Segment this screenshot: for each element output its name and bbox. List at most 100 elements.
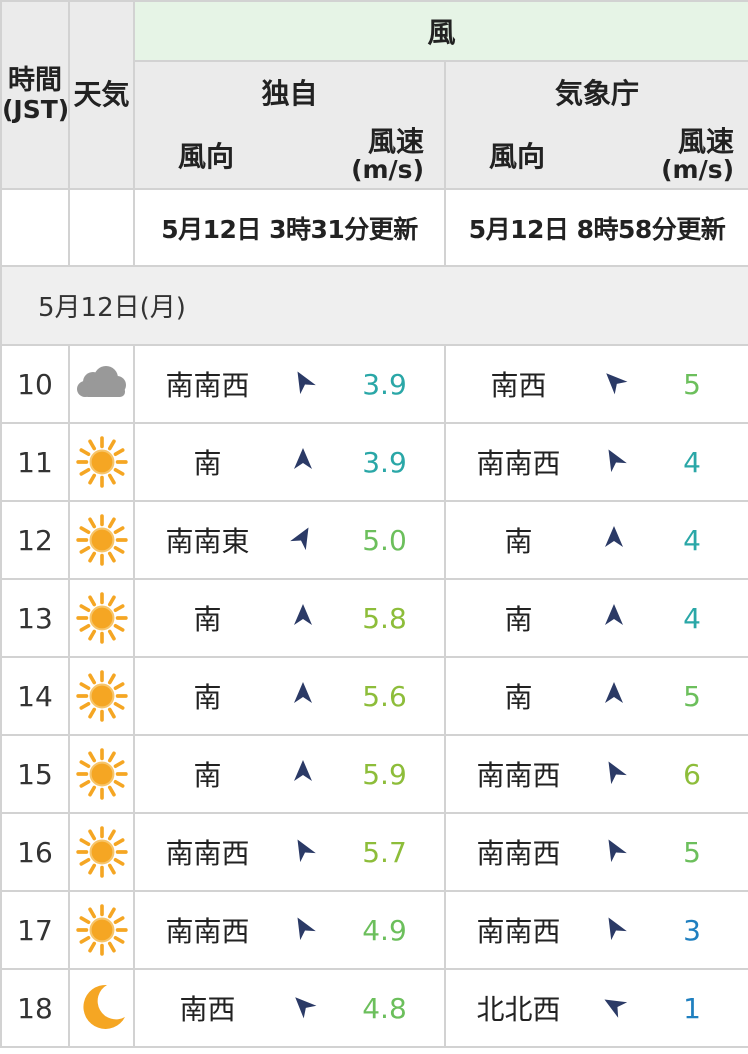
own-direction-cell: 南南西 xyxy=(133,812,280,892)
own-arrow-cell xyxy=(280,422,325,502)
wind-arrow-icon xyxy=(601,523,627,557)
wind-arrow-icon xyxy=(290,757,316,791)
weather-cell xyxy=(68,578,135,658)
jma-group-header: 気象庁 xyxy=(443,60,748,122)
hour-cell: 15 xyxy=(0,734,70,814)
jma-direction-cell: 北北西 xyxy=(444,968,591,1048)
sun-icon xyxy=(75,436,129,488)
own-speed-cell: 5.7 xyxy=(325,812,446,892)
jma-speed-cell: 5 xyxy=(636,656,748,736)
jma-direction-cell: 南西 xyxy=(444,344,591,424)
wind-arrow-icon xyxy=(290,367,316,401)
date-label: 5月12日(月) xyxy=(0,265,748,346)
wind-arrow-icon xyxy=(601,601,627,635)
jma-arrow-cell xyxy=(591,968,636,1048)
empty-cell xyxy=(68,188,135,267)
own-arrow-cell xyxy=(280,968,325,1048)
wind-arrow-icon xyxy=(601,679,627,713)
wind-arrow-icon xyxy=(601,367,627,401)
forecast-row: 11 南 3.9 南南西 4 xyxy=(0,422,748,502)
jma-speed-unit: (m/s) xyxy=(661,154,735,184)
time-header-unit: (JST) xyxy=(2,95,70,125)
jma-direction-cell: 南南西 xyxy=(444,890,591,970)
moon-icon xyxy=(75,984,129,1029)
sun-icon xyxy=(75,592,129,644)
own-direction-cell: 南南西 xyxy=(133,344,280,424)
wind-arrow-icon xyxy=(290,991,316,1025)
own-speed-cell: 4.8 xyxy=(325,968,446,1048)
own-direction-cell: 南 xyxy=(133,578,280,658)
time-header-label: 時間 xyxy=(8,65,62,97)
jma-speed-cell: 3 xyxy=(636,890,748,970)
weather-cell xyxy=(68,890,135,970)
jma-speed-header: 風速 (m/s) xyxy=(636,122,748,190)
weather-cell xyxy=(68,656,135,736)
jma-speed-cell: 4 xyxy=(636,578,748,658)
sun-icon xyxy=(75,670,129,722)
jma-speed-label: 風速 xyxy=(678,125,735,159)
hour-cell: 16 xyxy=(0,812,70,892)
wind-arrow-icon xyxy=(290,679,316,713)
own-speed-cell: 5.9 xyxy=(325,734,446,814)
weather-cell xyxy=(68,422,135,502)
forecast-row: 10 南南西 3.9 南西 5 xyxy=(0,344,748,424)
wind-arrow-icon xyxy=(289,523,316,557)
weather-cell xyxy=(68,344,135,424)
own-speed-header: 風速 (m/s) xyxy=(325,122,446,190)
jma-arrow-cell xyxy=(591,344,636,424)
hour-cell: 18 xyxy=(0,968,70,1048)
wind-arrow-icon xyxy=(601,445,627,479)
forecast-row: 18 南西 4.8 北北西 1 xyxy=(0,968,748,1048)
own-group-header: 独自 xyxy=(133,60,446,122)
own-direction-cell: 南 xyxy=(133,734,280,814)
own-direction-cell: 南南東 xyxy=(133,500,280,580)
wind-arrow-icon xyxy=(290,913,316,947)
own-speed-cell: 5.8 xyxy=(325,578,446,658)
jma-direction-cell: 南南西 xyxy=(444,422,591,502)
jma-arrow-cell xyxy=(591,578,636,658)
jma-speed-cell: 5 xyxy=(636,812,748,892)
sun-icon xyxy=(75,904,129,956)
wind-header: 風 xyxy=(132,0,748,62)
jma-direction-cell: 南 xyxy=(444,578,591,658)
wind-arrow-icon xyxy=(290,445,316,479)
own-direction-cell: 南 xyxy=(133,422,280,502)
jma-arrow-cell xyxy=(591,656,636,736)
jma-arrow-cell xyxy=(591,734,636,814)
own-arrow-cell xyxy=(280,890,325,970)
own-direction-cell: 南南西 xyxy=(133,890,280,970)
jma-direction-cell: 南南西 xyxy=(444,812,591,892)
own-arrow-cell xyxy=(280,578,325,658)
weather-cell xyxy=(68,812,135,892)
own-arrow-cell xyxy=(280,500,325,580)
own-updated-time: 5月12日 3時31分更新 xyxy=(133,188,446,267)
empty-cell xyxy=(0,188,70,267)
weather-header: 天気 xyxy=(68,0,135,190)
own-arrow-cell xyxy=(280,812,325,892)
wind-arrow-icon xyxy=(290,601,316,635)
hour-cell: 14 xyxy=(0,656,70,736)
forecast-row: 12 南南東 5.0 南 4 xyxy=(0,500,748,580)
own-speed-cell: 5.0 xyxy=(325,500,446,580)
own-direction-cell: 南 xyxy=(133,656,280,736)
wind-arrow-icon xyxy=(601,991,627,1025)
weather-cell xyxy=(68,968,135,1048)
jma-speed-cell: 4 xyxy=(636,500,748,580)
own-speed-cell: 5.6 xyxy=(325,656,446,736)
own-speed-label: 風速 xyxy=(367,125,424,159)
wind-arrow-icon xyxy=(290,835,316,869)
wind-arrow-icon xyxy=(601,913,627,947)
wind-forecast-panel: 時間 (JST) 天気 風 独自 気象庁 風向 風速 (m/s) 風向 風速 (… xyxy=(0,0,748,1054)
own-speed-cell: 3.9 xyxy=(325,422,446,502)
own-speed-cell: 4.9 xyxy=(325,890,446,970)
sun-icon xyxy=(75,826,129,878)
jma-updated-time: 5月12日 8時58分更新 xyxy=(443,188,748,267)
weather-cell xyxy=(68,734,135,814)
time-header: 時間 (JST) xyxy=(0,0,70,190)
wind-forecast-table: 時間 (JST) 天気 風 独自 気象庁 風向 風速 (m/s) 風向 風速 (… xyxy=(0,0,748,1048)
jma-direction-header: 風向 xyxy=(444,122,636,190)
own-speed-unit: (m/s) xyxy=(351,154,424,184)
jma-arrow-cell xyxy=(591,500,636,580)
wind-arrow-icon xyxy=(601,835,627,869)
jma-direction-cell: 南 xyxy=(444,656,591,736)
